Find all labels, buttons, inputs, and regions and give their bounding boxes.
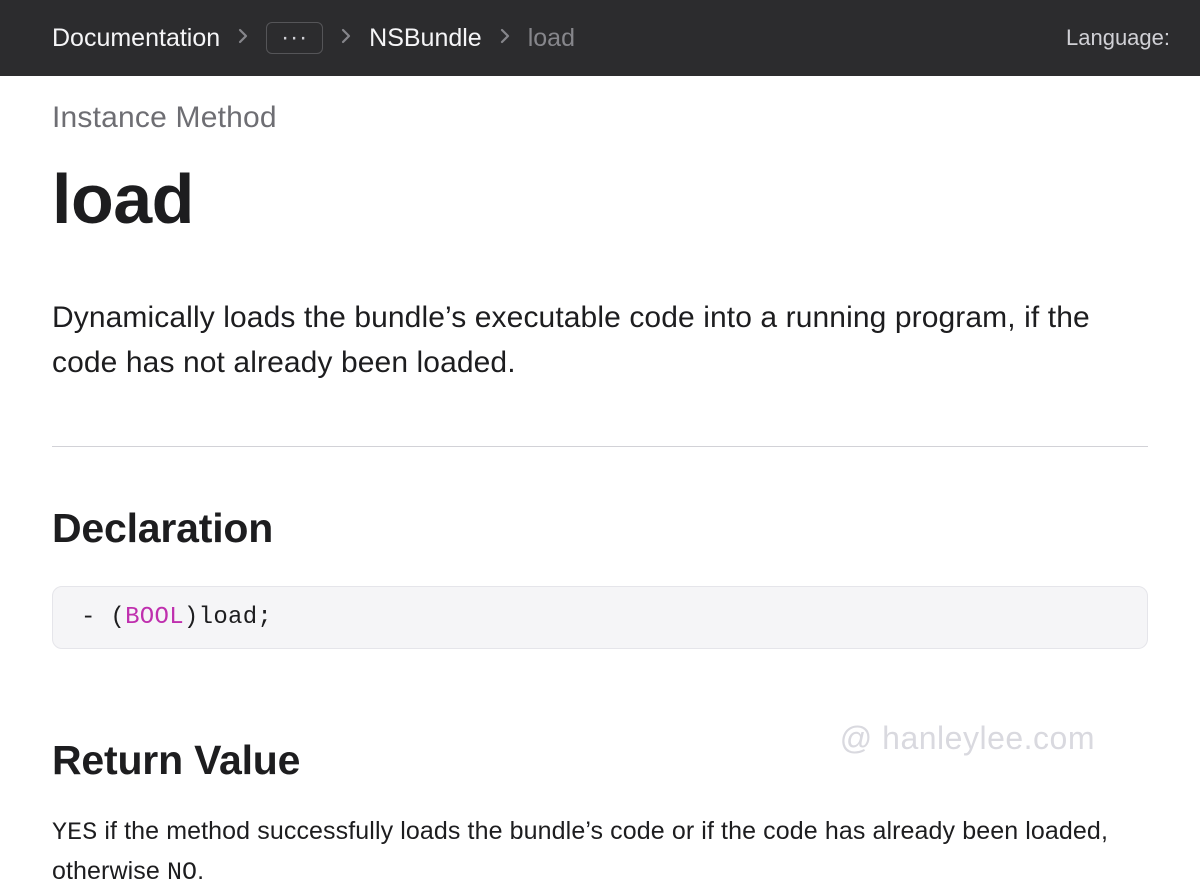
page-title: load	[52, 163, 1148, 237]
code-no-token: NO	[167, 858, 197, 887]
return-value-middle-text: if the method successfully loads the bun…	[52, 817, 1108, 886]
declaration-code-block: - (BOOL)load;	[52, 586, 1148, 649]
breadcrumb-current: load	[528, 24, 575, 53]
code-yes-token: YES	[52, 818, 97, 847]
section-divider	[52, 446, 1148, 447]
breadcrumb-root-link[interactable]: Documentation	[52, 24, 220, 53]
code-suffix: )load;	[184, 604, 272, 631]
page-summary: Dynamically loads the bundle’s executabl…	[52, 295, 1148, 386]
page-eyebrow: Instance Method	[52, 101, 1148, 135]
main-content: Instance Method load Dynamically loads t…	[0, 76, 1200, 890]
code-return-type: BOOL	[125, 604, 184, 631]
breadcrumb: Documentation ··· NSBundle load	[52, 22, 575, 54]
return-value-heading: Return Value	[52, 737, 1148, 784]
language-selector-label[interactable]: Language:	[1066, 25, 1170, 51]
return-value-text: YES if the method successfully loads the…	[52, 812, 1148, 890]
chevron-right-icon	[238, 28, 248, 49]
return-value-tail-text: .	[197, 857, 204, 885]
declaration-heading: Declaration	[52, 505, 1148, 552]
breadcrumb-ellipsis-button[interactable]: ···	[266, 22, 323, 54]
top-navigation-bar: Documentation ··· NSBundle load Language…	[0, 0, 1200, 76]
breadcrumb-class-link[interactable]: NSBundle	[369, 24, 482, 53]
chevron-right-icon	[341, 28, 351, 49]
code-prefix: - (	[81, 604, 125, 631]
chevron-right-icon	[500, 28, 510, 49]
